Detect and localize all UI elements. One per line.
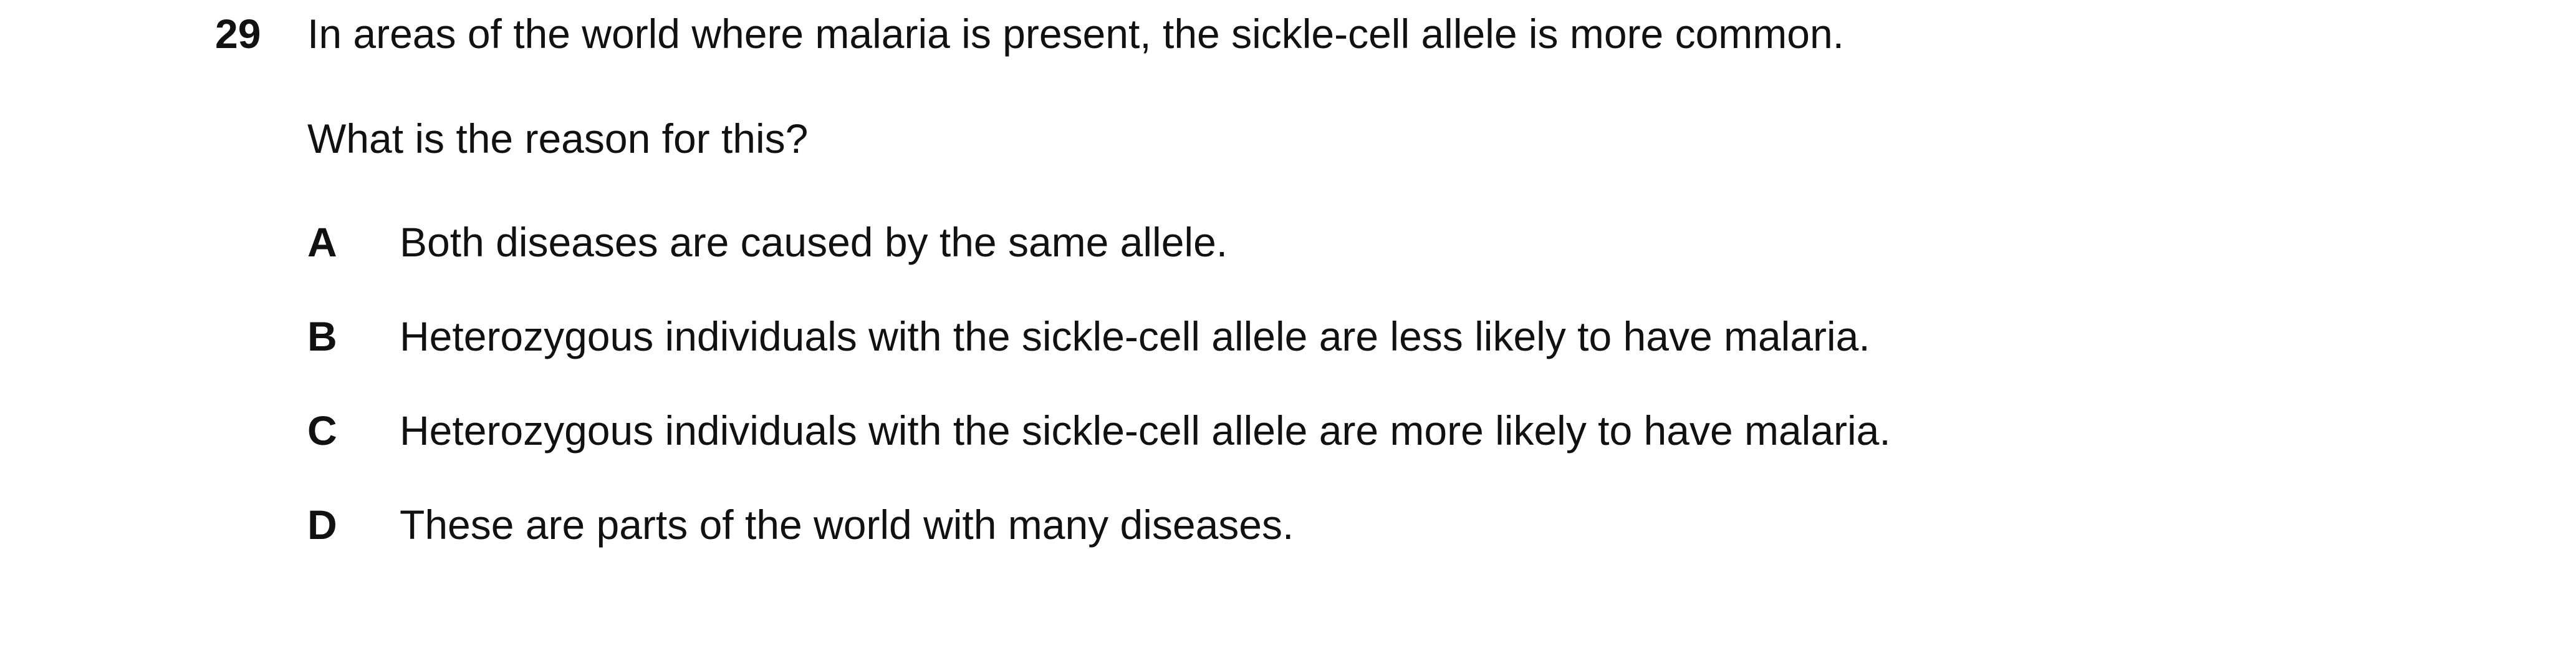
question-number: 29	[215, 11, 261, 57]
option-letter: A	[307, 219, 337, 265]
option-text: These are parts of the world with many d…	[400, 502, 1294, 548]
option-b[interactable]: B Heterozygous individuals with the sick…	[307, 311, 2427, 361]
option-a[interactable]: A Both diseases are caused by the same a…	[307, 217, 2427, 267]
question-stem: In areas of the world where malaria is p…	[307, 11, 1845, 57]
exam-page: 29 In areas of the world where malaria i…	[0, 0, 2576, 670]
option-d[interactable]: D These are parts of the world with many…	[307, 500, 2427, 550]
option-text: Both diseases are caused by the same all…	[400, 219, 1228, 265]
option-c[interactable]: C Heterozygous individuals with the sick…	[307, 405, 2427, 455]
question-prompt: What is the reason for this?	[307, 115, 809, 162]
option-letter: D	[307, 502, 337, 548]
option-text: Heterozygous individuals with the sickle…	[400, 313, 1870, 359]
option-letter: C	[307, 407, 337, 454]
option-text: Heterozygous individuals with the sickle…	[400, 407, 1891, 454]
option-letter: B	[307, 313, 337, 359]
